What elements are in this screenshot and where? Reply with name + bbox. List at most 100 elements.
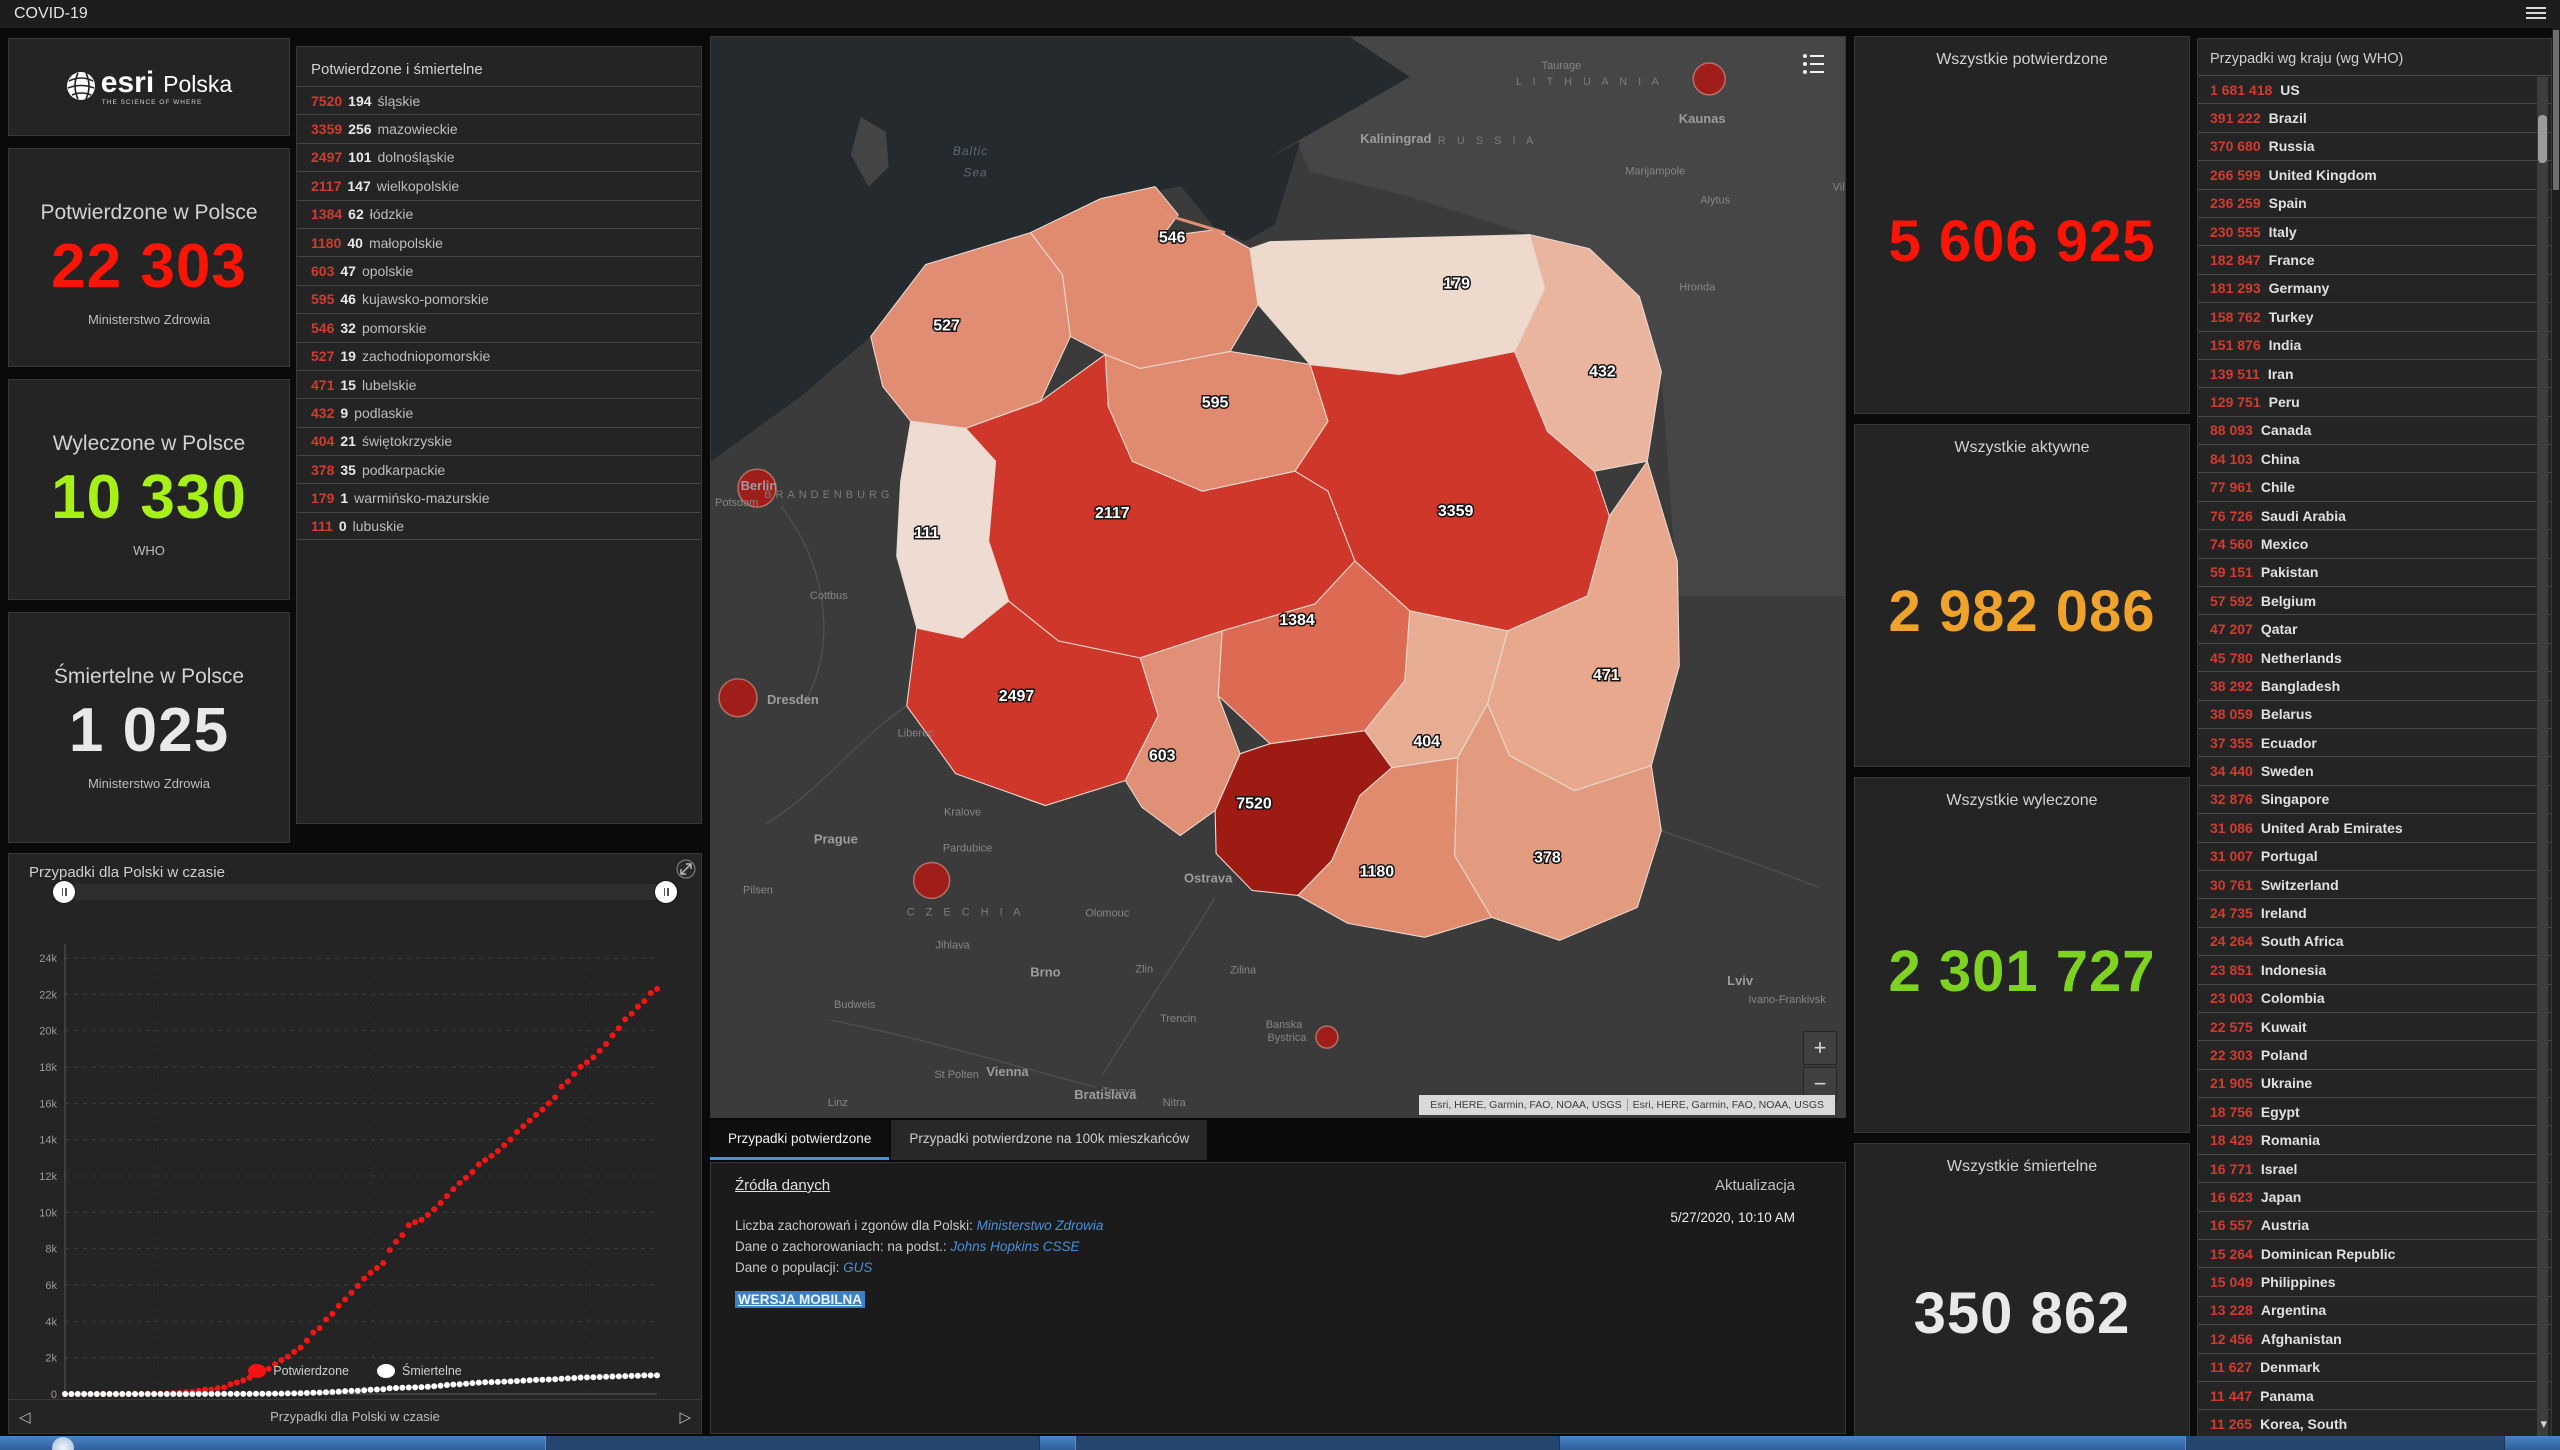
tab-przypadki-na-100k[interactable]: Przypadki potwierdzone na 100k mieszkańc… [891,1120,1208,1160]
total-recovered-panel: Wszystkie wyleczone 2 301 727 [1854,777,2190,1133]
country-row[interactable]: 84 103 China [2198,444,2551,472]
country-row[interactable]: 11 627 Denmark [2198,1352,2551,1381]
country-row[interactable]: 15 049 Philippines [2198,1267,2551,1295]
country-row[interactable]: 15 264 Dominican Republic [2198,1239,2551,1267]
voivodeship-row[interactable]: 2497 101 dolnośląskie [297,142,701,171]
country-row[interactable]: 24 735 Ireland [2198,898,2551,926]
country-row[interactable]: 59 151 Pakistan [2198,557,2551,586]
voivodeship-row[interactable]: 378 35 podkarpackie [297,455,701,483]
voivodeship-row[interactable]: 404 21 świętokrzyskie [297,426,701,455]
source-link[interactable]: Johns Hopkins CSSE [950,1239,1079,1254]
poland-choropleth-map[interactable]: L I T H U A N I A R U S S I A BRANDENBURG C… [711,37,1845,1117]
country-row[interactable]: 38 059 Belarus [2198,699,2551,728]
country-row[interactable]: 391 222 Brazil [2198,103,2551,131]
voivodeship-row[interactable]: 471 15 lubelskie [297,369,701,398]
voivodeship-row[interactable]: 527 19 zachodniopomorskie [297,341,701,370]
country-list-scrollbar[interactable] [2537,77,2548,1444]
carousel-left-icon[interactable]: ◁ [19,1408,31,1426]
page-scrollbar[interactable] [2552,28,2560,1436]
country-row[interactable]: 11 447 Panama [2198,1380,2551,1409]
tab-przypadki-potwierdzone[interactable]: Przypadki potwierdzone [710,1120,890,1160]
country-row[interactable]: 18 429 Romania [2198,1125,2551,1153]
slider-handle-left[interactable] [53,881,75,903]
country-row[interactable]: 31 007 Portugal [2198,841,2551,870]
country-row[interactable]: 22 303 Poland [2198,1040,2551,1068]
taskbar-window[interactable] [2185,1436,2505,1450]
country-row[interactable]: 129 751 Peru [2198,387,2551,415]
page-scrollbar-thumb[interactable] [2553,30,2559,190]
country-row[interactable]: 158 762 Turkey [2198,302,2551,330]
map-zoom-in-button[interactable]: + [1803,1031,1837,1065]
windows-taskbar[interactable] [0,1436,2560,1450]
country-row[interactable]: 57 592 Belgium [2198,586,2551,614]
country-row[interactable]: 181 293 Germany [2198,273,2551,302]
country-row[interactable]: 23 003 Colombia [2198,983,2551,1012]
voivodeship-row[interactable]: 3359 256 mazowieckie [297,114,701,142]
country-row[interactable]: 38 292 Bangladesh [2198,671,2551,699]
country-count: 370 680 [2210,138,2261,155]
country-row[interactable]: 45 780 Netherlands [2198,642,2551,671]
time-range-slider[interactable] [53,881,677,903]
country-row[interactable]: 139 511 Iran [2198,358,2551,387]
country-row[interactable]: 30 761 Switzerland [2198,869,2551,898]
map-panel[interactable]: L I T H U A N I A R U S S I A BRANDENBURG C… [710,36,1846,1118]
taskbar-window[interactable] [1075,1436,1560,1450]
country-row[interactable]: 1 681 418 US [2198,75,2551,103]
voivodeship-row[interactable]: 432 9 podlaskie [297,398,701,426]
voivodeship-row[interactable]: 179 1 warmińsko-mazurskie [297,483,701,511]
voivodeship-row[interactable]: 595 46 kujawsko-pomorskie [297,284,701,313]
expand-icon[interactable] [675,858,697,880]
country-row[interactable]: 74 560 Mexico [2198,529,2551,557]
country-row[interactable]: 21 905 Ukraine [2198,1068,2551,1097]
voivodeship-row[interactable]: 1180 40 małopolskie [297,227,701,256]
source-link[interactable]: GUS [843,1260,872,1275]
country-row[interactable]: 182 847 France [2198,245,2551,273]
source-link[interactable]: Ministerstwo Zdrowia [977,1218,1104,1233]
country-row[interactable]: 12 456 Afghanistan [2198,1324,2551,1352]
country-row[interactable]: 11 265 Korea, South [2198,1409,2551,1437]
country-row[interactable]: 34 440 Sweden [2198,756,2551,784]
country-row[interactable]: 18 756 Egypt [2198,1097,2551,1125]
slider-handle-right[interactable] [655,881,677,903]
country-row[interactable]: 31 086 United Arab Emirates [2198,813,2551,841]
case-cluster-marker[interactable] [718,678,758,718]
country-row[interactable]: 76 726 Saudi Arabia [2198,500,2551,529]
voivodeship-row[interactable]: 7520 194 śląskie [297,86,701,114]
legend-item[interactable]: Potwierdzone [248,1364,349,1378]
case-cluster-marker[interactable] [912,861,951,900]
country-row[interactable]: 77 961 Chile [2198,472,2551,500]
country-row[interactable]: 266 599 United Kingdom [2198,160,2551,188]
country-row[interactable]: 230 555 Italy [2198,216,2551,245]
voivodeship-row[interactable]: 546 32 pomorskie [297,313,701,341]
country-row[interactable]: 37 355 Ecuador [2198,727,2551,756]
voivodeship-row[interactable]: 1384 62 łódzkie [297,199,701,228]
country-row[interactable]: 24 264 South Africa [2198,926,2551,955]
legend-item[interactable]: Śmiertelne [377,1364,462,1378]
scroll-down-icon[interactable]: ▾ [2540,1416,2547,1432]
voivodeship-row[interactable]: 2117 147 wielkopolskie [297,171,701,199]
menu-icon[interactable] [2526,7,2546,21]
country-row[interactable]: 23 851 Indonesia [2198,955,2551,983]
country-row[interactable]: 22 575 Kuwait [2198,1011,2551,1040]
country-row[interactable]: 16 623 Japan [2198,1182,2551,1210]
case-cluster-marker[interactable] [1692,62,1726,96]
country-row[interactable]: 236 259 Spain [2198,188,2551,217]
country-row[interactable]: 32 876 Singapore [2198,784,2551,813]
map-legend-icon[interactable] [1799,49,1829,79]
country-row[interactable]: 88 093 Canada [2198,415,2551,444]
country-row[interactable]: 13 228 Argentina [2198,1295,2551,1324]
case-cluster-marker[interactable] [1315,1025,1339,1049]
mobile-version-link[interactable]: WERSJA MOBILNA [735,1291,865,1308]
country-row[interactable]: 47 207 Qatar [2198,614,2551,642]
scrollbar-thumb[interactable] [2538,115,2547,163]
country-row[interactable]: 370 680 Russia [2198,131,2551,160]
country-row[interactable]: 16 557 Austria [2198,1210,2551,1239]
place-label: Trnava [1102,1086,1137,1098]
start-orb-icon[interactable] [52,1437,74,1450]
taskbar-window[interactable] [545,1436,1040,1450]
voivodeship-row[interactable]: 111 0 lubuskie [297,511,701,541]
country-row[interactable]: 151 876 India [2198,330,2551,359]
country-row[interactable]: 16 771 Israel [2198,1153,2551,1182]
voivodeship-row[interactable]: 603 47 opolskie [297,256,701,284]
carousel-right-icon[interactable]: ▷ [679,1408,691,1426]
